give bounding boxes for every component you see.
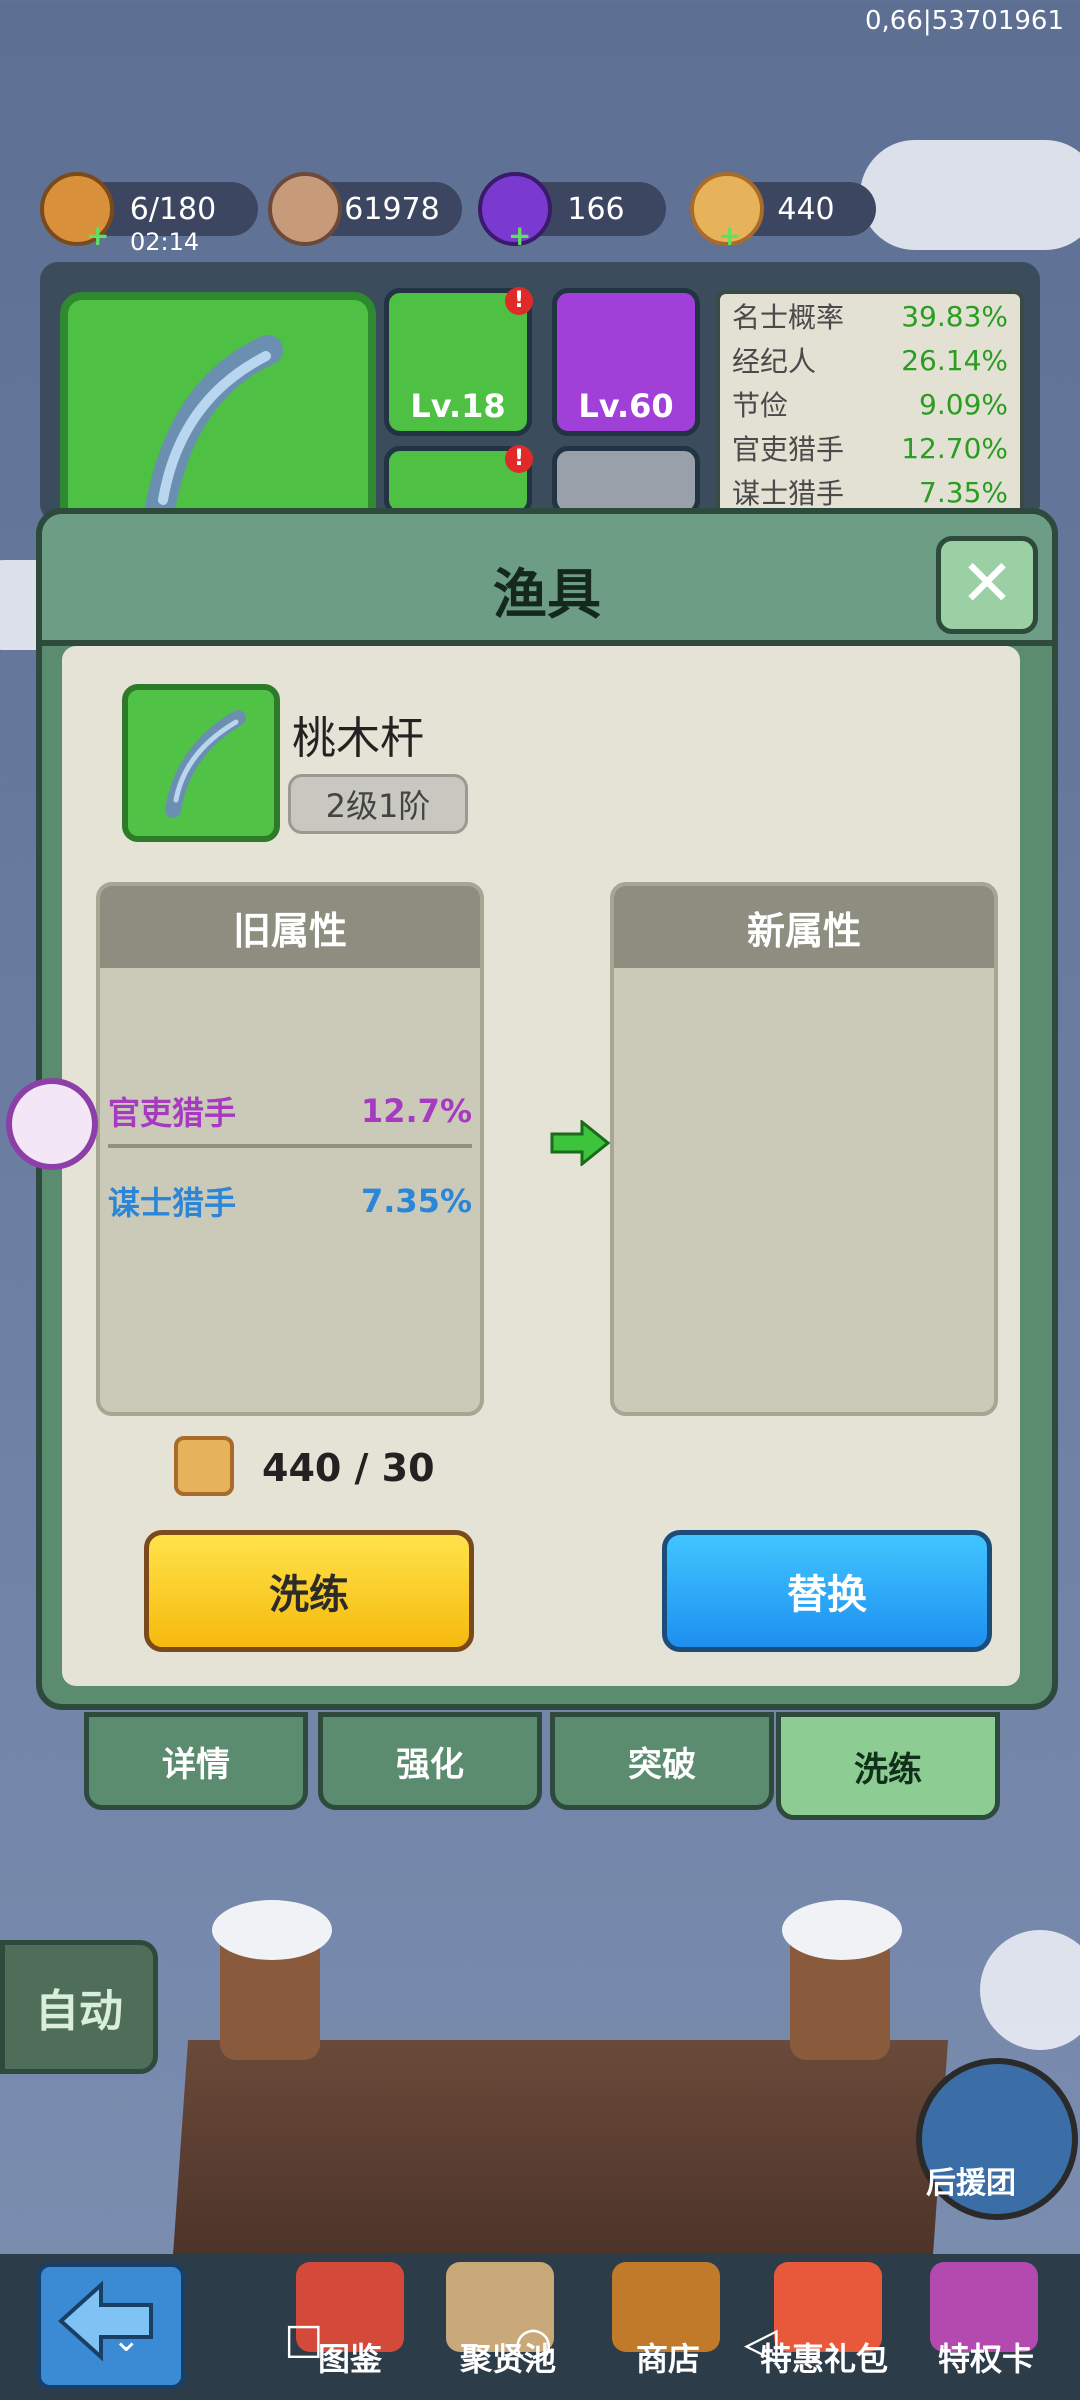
line-slot-level: Lv.18 — [410, 387, 506, 425]
cloud-decoration — [980, 1930, 1080, 2050]
tab-refine[interactable]: 洗练 — [776, 1712, 1000, 1820]
refine-button[interactable]: 洗练 — [144, 1530, 474, 1652]
stat-name: 经纪人 — [732, 345, 817, 378]
close-icon: ✕ — [960, 547, 1014, 621]
coin-icon — [268, 172, 342, 246]
attribute-value: 12.7% — [360, 1092, 472, 1130]
stat-row: 节俭 9.09% — [720, 382, 1020, 426]
stat-name: 谋士猎手 — [732, 477, 845, 510]
modal-title: 渔具 — [493, 563, 601, 626]
chevron-down-icon[interactable]: ⌄ — [112, 2320, 141, 2360]
refine-stone-icon — [174, 1436, 234, 1496]
nav-codex-label[interactable]: 图鉴 — [318, 2334, 382, 2380]
tab-details[interactable]: 详情 — [84, 1712, 308, 1810]
alert-badge-icon: ! — [505, 445, 533, 473]
stat-row: 官吏猎手 12.70% — [720, 426, 1020, 470]
attribute-value: 7.35% — [360, 1182, 472, 1220]
refine-cost: 440 / 30 — [262, 1446, 435, 1490]
modal-header: 渔具 ✕ — [42, 514, 1052, 646]
alert-badge-icon: ! — [505, 287, 533, 315]
old-attribute-row: 官吏猎手 12.7% — [108, 1086, 472, 1136]
hook-slot[interactable]: ! — [384, 445, 533, 516]
stat-name: 节俭 — [732, 389, 789, 422]
bait-slot[interactable]: Lv.60 — [552, 288, 700, 436]
nav-privilege-label[interactable]: 特权卡 — [938, 2334, 1034, 2380]
auto-button[interactable]: 自动 — [0, 1940, 158, 2074]
add-gem-icon[interactable]: + — [508, 222, 532, 250]
stamina-timer: 02:14 — [130, 228, 200, 256]
stat-value: 39.83% — [901, 299, 1008, 333]
floating-assistant-icon[interactable] — [6, 1078, 98, 1170]
snow-cap — [212, 1900, 332, 1960]
item-icon — [122, 684, 280, 842]
old-attribute-row: 谋士猎手 7.35% — [108, 1176, 472, 1226]
nav-shop-label[interactable]: 商店 — [636, 2334, 700, 2380]
stat-value: 12.70% — [901, 431, 1008, 465]
tab-breakthrough[interactable]: 突破 — [550, 1712, 774, 1810]
stats-panel: 名士概率 39.83% 经纪人 26.14% 节俭 9.09% 官吏猎手 12.70% … — [716, 290, 1024, 538]
empty-slot[interactable] — [552, 446, 700, 516]
stat-name: 名士概率 — [732, 301, 845, 334]
support-team-label: 后援团 — [926, 2166, 1016, 2201]
back-button[interactable] — [36, 2262, 186, 2390]
add-stamina-icon[interactable]: + — [86, 222, 110, 250]
item-grade-badge: 2级1阶 — [288, 774, 468, 834]
item-name: 桃木杆 — [292, 713, 424, 764]
home-icon[interactable]: ○ — [514, 2318, 552, 2369]
close-button[interactable]: ✕ — [936, 536, 1038, 634]
system-back-icon[interactable]: ◁ — [744, 2318, 778, 2369]
replace-button[interactable]: 替换 — [662, 1530, 992, 1652]
old-attributes-header: 旧属性 — [100, 886, 480, 968]
stat-row: 经纪人 26.14% — [720, 338, 1020, 382]
new-attributes-header: 新属性 — [614, 886, 994, 968]
stat-name: 官吏猎手 — [732, 433, 845, 466]
nav-gift-label[interactable]: 特惠礼包 — [760, 2334, 888, 2380]
fishing-rod-icon — [143, 335, 283, 535]
stat-value: 26.14% — [901, 343, 1008, 377]
stat-value: 9.09% — [919, 387, 1008, 421]
bait-slot-level: Lv.60 — [578, 387, 674, 425]
back-arrow-icon — [58, 2280, 153, 2362]
add-stone-icon[interactable]: + — [718, 222, 742, 250]
fishing-rod-icon — [165, 710, 246, 818]
status-bar-text: 0,66|53701961 — [865, 6, 1064, 36]
cloud-decoration — [860, 140, 1080, 250]
line-slot[interactable]: ! Lv.18 — [384, 287, 533, 436]
attribute-name: 谋士猎手 — [108, 1184, 237, 1222]
arrow-right-icon — [550, 1120, 610, 1166]
tab-enhance[interactable]: 强化 — [318, 1712, 542, 1810]
wooden-dock — [171, 2040, 949, 2270]
old-attributes-box: 旧属性 官吏猎手 12.7% 谋士猎手 7.35% — [96, 882, 484, 1416]
recent-apps-icon[interactable]: ☐ — [284, 2318, 323, 2369]
attribute-name: 官吏猎手 — [108, 1094, 237, 1132]
new-attributes-box: 新属性 — [610, 882, 998, 1416]
stat-row: 名士概率 39.83% — [720, 294, 1020, 338]
stat-value: 7.35% — [919, 475, 1008, 509]
attribute-divider — [108, 1144, 472, 1148]
snow-cap — [782, 1900, 902, 1960]
fishing-gear-modal: 渔具 ✕ 桃木杆 2级1阶 旧属性 官吏猎手 12.7% 谋士猎手 7.35% — [36, 508, 1058, 1710]
modal-body: 桃木杆 2级1阶 旧属性 官吏猎手 12.7% 谋士猎手 7.35% 新属性 4… — [62, 646, 1020, 1686]
